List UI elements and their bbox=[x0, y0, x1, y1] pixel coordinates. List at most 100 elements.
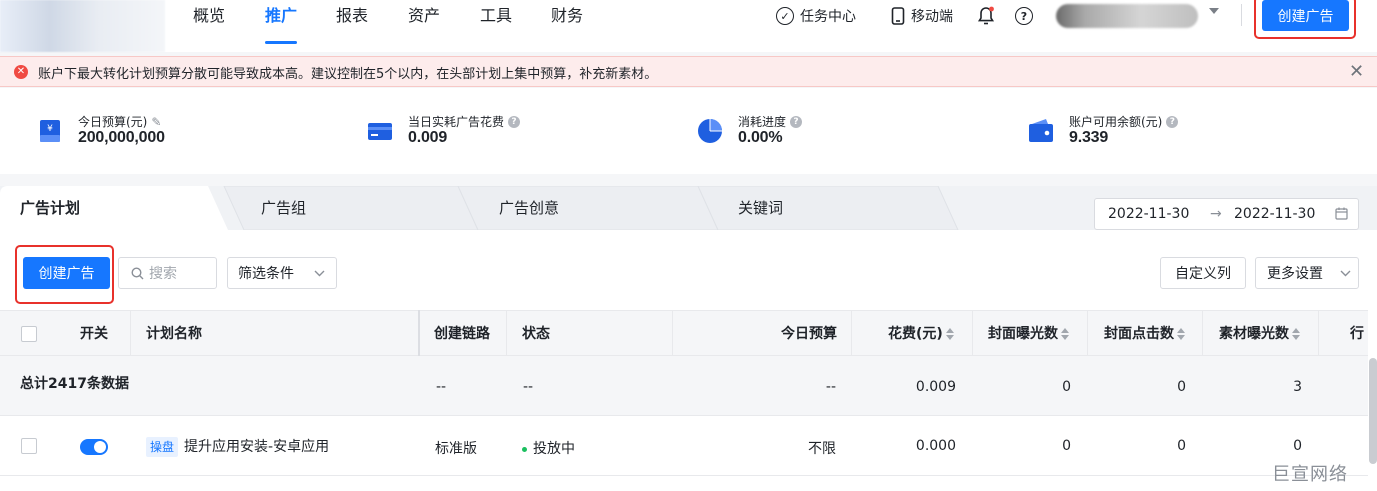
col-row: 行 bbox=[1350, 326, 1364, 342]
stat-value: 9.339 bbox=[1069, 129, 1109, 146]
row-cover-clicks: 0 bbox=[1177, 438, 1186, 454]
help-icon[interactable]: ? bbox=[508, 115, 521, 128]
nav-promotion[interactable]: 推广 bbox=[265, 0, 297, 52]
mobile-label: 移动端 bbox=[911, 9, 953, 25]
filter-label: 筛选条件 bbox=[238, 266, 294, 282]
alert-banner: ✕ 账户下最大转化计划预算分散可能导致成本高。建议控制在5个以内，在头部计划上集… bbox=[0, 56, 1377, 87]
plan-name[interactable]: 提升应用安装-安卓应用 bbox=[184, 439, 329, 455]
stats-panel: ¥ 今日预算(元) ✎ 200,000,000 当日实耗广告花费? 0.009 消… bbox=[0, 88, 1377, 174]
nav-tools[interactable]: 工具 bbox=[480, 0, 512, 52]
filter-dropdown[interactable]: 筛选条件 bbox=[227, 257, 337, 289]
toolbar: 创建广告 搜索 筛选条件 自定义列 更多设置 bbox=[0, 230, 1377, 310]
date-start: 2022-11-30 bbox=[1108, 206, 1190, 222]
summary-row: 总计2417条数据 -- -- -- 0.009 0 0 3 bbox=[0, 356, 1368, 416]
col-switch: 开关 bbox=[80, 326, 108, 342]
row-status: 投放中 bbox=[522, 438, 575, 458]
nav-active-indicator bbox=[265, 41, 297, 44]
highlight-box bbox=[15, 245, 114, 304]
task-center-button[interactable]: ✓ 任务中心 bbox=[776, 5, 856, 27]
search-icon bbox=[131, 267, 144, 280]
edit-icon[interactable]: ✎ bbox=[151, 115, 161, 129]
task-icon: ✓ bbox=[776, 7, 794, 25]
nav-reports[interactable]: 报表 bbox=[336, 0, 368, 52]
col-cost[interactable]: 花费(元) bbox=[888, 311, 954, 357]
summary-budget: -- bbox=[825, 379, 836, 395]
mobile-button[interactable]: 移动端 bbox=[891, 5, 953, 27]
row-cover-impressions: 0 bbox=[1062, 438, 1071, 454]
stat-value: 0.009 bbox=[408, 129, 448, 146]
bell-icon bbox=[977, 6, 995, 25]
notification-button[interactable] bbox=[977, 5, 995, 27]
table-row[interactable]: 操盘 提升应用安装-安卓应用 标准版 投放中 不限 0.000 0 0 0 bbox=[0, 416, 1368, 476]
arrow-right-icon: → bbox=[1210, 206, 1222, 222]
row-toggle[interactable] bbox=[80, 439, 108, 455]
sort-icon[interactable] bbox=[1292, 328, 1300, 340]
sort-icon[interactable] bbox=[1061, 328, 1069, 340]
stat-value: 200,000,000 bbox=[78, 129, 165, 146]
summary-cover-impressions: 0 bbox=[1062, 379, 1071, 395]
tab-bar: 广告计划 广告组 广告创意 关键词 2022-11-30 → 2022-11-3… bbox=[0, 186, 1377, 230]
help-button[interactable]: ? bbox=[1015, 5, 1033, 27]
plan-name-cell[interactable]: 操盘 提升应用安装-安卓应用 bbox=[146, 436, 329, 457]
more-settings-dropdown[interactable]: 更多设置 bbox=[1255, 257, 1359, 289]
chevron-down-icon bbox=[314, 270, 325, 277]
campaign-table: 开关 计划名称 创建链路 状态 今日预算 花费(元) 封面曝光数 封面点击数 素… bbox=[0, 310, 1377, 491]
tab-keywords[interactable]: 关键词 bbox=[738, 186, 783, 230]
error-icon: ✕ bbox=[14, 65, 28, 79]
summary-material-impressions: 3 bbox=[1293, 379, 1302, 395]
row-budget[interactable]: 不限 bbox=[780, 438, 836, 458]
user-account[interactable] bbox=[1056, 4, 1198, 28]
plan-tag: 操盘 bbox=[146, 437, 179, 457]
nav-assets[interactable]: 资产 bbox=[408, 0, 440, 52]
search-placeholder: 搜索 bbox=[149, 266, 177, 282]
search-input[interactable]: 搜索 bbox=[118, 257, 217, 289]
stat-value: 0.00% bbox=[738, 129, 783, 146]
summary-chain: -- bbox=[436, 379, 447, 395]
top-nav: 概览 推广 报表 资产 工具 财务 ✓ 任务中心 移动端 ? 创建广告 bbox=[0, 0, 1377, 52]
logo bbox=[0, 0, 165, 52]
alert-text: 账户下最大转化计划预算分散可能导致成本高。建议控制在5个以内，在头部计划上集中预… bbox=[38, 67, 658, 82]
task-center-label: 任务中心 bbox=[800, 9, 856, 25]
col-plan-name: 计划名称 bbox=[146, 326, 202, 342]
col-material-impressions[interactable]: 素材曝光数 bbox=[1219, 311, 1300, 357]
stat-label: 账户可用余额(元)? bbox=[1069, 113, 1179, 130]
col-cover-impressions[interactable]: 封面曝光数 bbox=[988, 311, 1069, 357]
close-icon[interactable]: ✕ bbox=[1349, 61, 1364, 82]
row-chain: 标准版 bbox=[435, 441, 477, 457]
nav-overview[interactable]: 概览 bbox=[193, 0, 225, 52]
chevron-down-icon[interactable] bbox=[1209, 8, 1219, 14]
sort-icon[interactable] bbox=[945, 328, 954, 340]
stat-label: 当日实耗广告花费? bbox=[408, 113, 521, 130]
svg-text:¥: ¥ bbox=[47, 124, 53, 134]
custom-columns-label: 自定义列 bbox=[1175, 266, 1231, 282]
chevron-down-icon bbox=[1340, 270, 1351, 277]
col-cover-clicks[interactable]: 封面点击数 bbox=[1104, 311, 1185, 357]
nav-finance[interactable]: 财务 bbox=[551, 0, 583, 52]
more-settings-label: 更多设置 bbox=[1267, 266, 1323, 282]
date-end: 2022-11-30 bbox=[1234, 206, 1316, 222]
summary-label: 总计2417条数据 bbox=[20, 376, 129, 392]
col-chain: 创建链路 bbox=[434, 326, 490, 342]
date-range-picker[interactable]: 2022-11-30 → 2022-11-30 bbox=[1094, 198, 1359, 230]
col-status: 状态 bbox=[522, 326, 550, 342]
tab-ad-group[interactable]: 广告组 bbox=[261, 186, 306, 230]
tab-campaign[interactable]: 广告计划 bbox=[0, 186, 200, 230]
vertical-scrollbar[interactable] bbox=[1369, 358, 1377, 464]
sort-icon[interactable] bbox=[1177, 328, 1185, 340]
stat-label: 今日预算(元) ✎ bbox=[78, 114, 162, 130]
purse-icon bbox=[1029, 119, 1053, 142]
tab-creative[interactable]: 广告创意 bbox=[499, 186, 559, 230]
summary-status: -- bbox=[523, 379, 534, 395]
help-icon[interactable]: ? bbox=[1166, 115, 1179, 128]
row-cost: 0.000 bbox=[915, 438, 956, 454]
select-all-checkbox[interactable] bbox=[21, 326, 37, 342]
summary-cover-clicks: 0 bbox=[1177, 379, 1186, 395]
divider bbox=[1241, 4, 1242, 26]
help-icon[interactable]: ? bbox=[790, 115, 803, 128]
phone-icon bbox=[891, 7, 905, 25]
help-icon: ? bbox=[1015, 7, 1033, 25]
stat-label: 消耗进度? bbox=[738, 113, 803, 130]
row-checkbox[interactable] bbox=[21, 438, 37, 454]
custom-columns-button[interactable]: 自定义列 bbox=[1160, 257, 1246, 289]
table-header: 开关 计划名称 创建链路 状态 今日预算 花费(元) 封面曝光数 封面点击数 素… bbox=[0, 310, 1368, 356]
